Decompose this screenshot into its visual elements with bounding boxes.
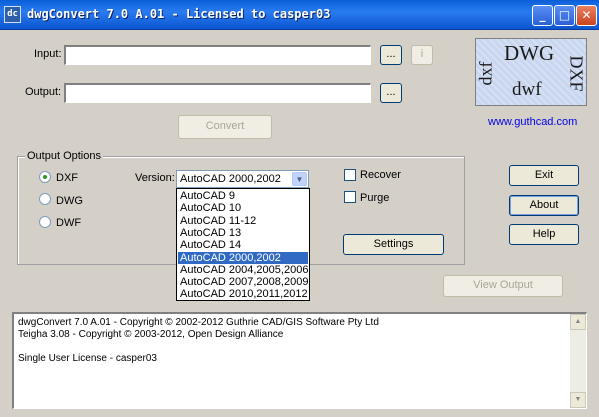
format-logo: DWG DXF dxf dwf: [475, 38, 587, 106]
convert-button[interactable]: Convert: [178, 115, 272, 139]
about-button[interactable]: About: [509, 195, 579, 216]
version-dropdown-list[interactable]: AutoCAD 9 AutoCAD 10 AutoCAD 11-12 AutoCAD …: [176, 188, 310, 301]
radio-dxf-label[interactable]: DXF: [56, 172, 78, 184]
window-title: dwgConvert 7.0 A.01 - Licensed to casper…: [27, 7, 331, 21]
version-select[interactable]: AutoCAD 2000,2002 ▼: [176, 170, 309, 188]
log-scrollbar[interactable]: ▲ ▼: [570, 314, 586, 408]
scroll-up-icon[interactable]: ▲: [570, 314, 586, 330]
close-button[interactable]: ✕: [576, 5, 597, 26]
maximize-button[interactable]: □: [554, 5, 575, 26]
version-option[interactable]: AutoCAD 2004,2005,2006: [178, 264, 308, 276]
radio-dwf-label[interactable]: DWF: [56, 217, 81, 229]
version-select-value: AutoCAD 2000,2002: [180, 173, 281, 185]
recover-label[interactable]: Recover: [360, 169, 401, 181]
input-browse-button[interactable]: ...: [380, 45, 402, 65]
settings-button[interactable]: Settings: [343, 234, 444, 255]
output-field[interactable]: [64, 83, 371, 103]
log-output[interactable]: dwgConvert 7.0 A.01 - Copyright © 2002-2…: [12, 312, 587, 409]
chevron-down-icon[interactable]: ▼: [292, 172, 307, 186]
version-option[interactable]: AutoCAD 9: [178, 190, 308, 202]
input-field[interactable]: [64, 45, 371, 65]
input-label: Input:: [34, 48, 62, 60]
website-link[interactable]: www.guthcad.com: [488, 116, 577, 128]
version-label: Version:: [135, 172, 175, 184]
purge-label[interactable]: Purge: [360, 192, 389, 204]
app-icon[interactable]: dc: [4, 6, 21, 23]
help-button[interactable]: Help: [509, 224, 579, 245]
purge-checkbox[interactable]: [344, 191, 356, 203]
version-option[interactable]: AutoCAD 2000,2002: [178, 251, 308, 264]
info-button[interactable]: i: [411, 45, 433, 65]
output-label: Output:: [25, 86, 62, 98]
version-option[interactable]: AutoCAD 2010,2011,2012: [178, 288, 308, 300]
logo-dxf-text: DXF: [566, 55, 587, 92]
exit-button[interactable]: Exit: [509, 165, 579, 186]
scroll-down-icon[interactable]: ▼: [570, 392, 586, 408]
version-option[interactable]: AutoCAD 11-12: [178, 215, 308, 227]
log-line: Single User License - casper03: [18, 353, 157, 364]
version-option[interactable]: AutoCAD 14: [178, 239, 308, 251]
radio-dwg-label[interactable]: DWG: [56, 195, 83, 207]
radio-dxf[interactable]: [39, 171, 51, 183]
logo-dxf-rotated-text: dxf: [475, 61, 496, 86]
logo-dwg-text: DWG: [504, 41, 555, 65]
output-options-legend: Output Options: [25, 150, 103, 162]
logo-dwf-text: dwf: [512, 79, 542, 100]
recover-checkbox[interactable]: [344, 169, 356, 181]
radio-dwg[interactable]: [39, 193, 51, 205]
view-output-button[interactable]: View Output: [443, 275, 563, 297]
log-line: Teigha 3.08 - Copyright © 2003-2012, Ope…: [18, 329, 284, 340]
title-bar[interactable]: dc dwgConvert 7.0 A.01 - Licensed to cas…: [0, 0, 599, 30]
radio-dwf[interactable]: [39, 216, 51, 228]
version-option[interactable]: AutoCAD 2007,2008,2009: [178, 276, 308, 288]
version-option[interactable]: AutoCAD 13: [178, 227, 308, 239]
version-option[interactable]: AutoCAD 10: [178, 202, 308, 214]
log-line: dwgConvert 7.0 A.01 - Copyright © 2002-2…: [18, 317, 379, 328]
output-browse-button[interactable]: ...: [380, 83, 402, 103]
minimize-button[interactable]: _: [532, 5, 553, 26]
